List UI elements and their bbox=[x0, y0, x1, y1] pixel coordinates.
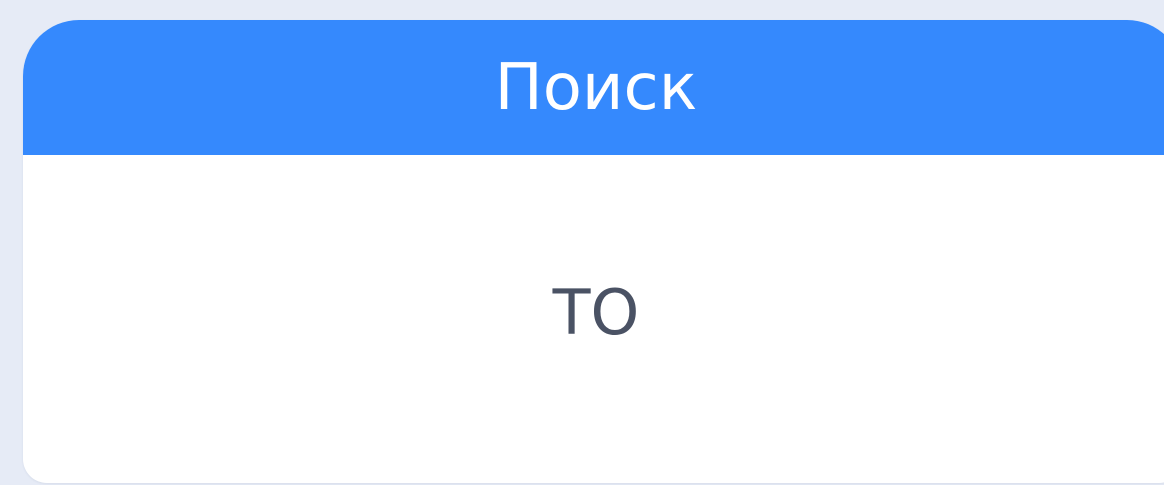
card-header: Поиск bbox=[23, 20, 1164, 155]
card-value: ТО bbox=[552, 276, 640, 349]
app-page: Поиск ТО bbox=[0, 0, 1164, 485]
search-card: Поиск ТО bbox=[23, 20, 1164, 483]
card-body: ТО bbox=[23, 155, 1164, 483]
card-title: Поиск bbox=[494, 50, 698, 125]
